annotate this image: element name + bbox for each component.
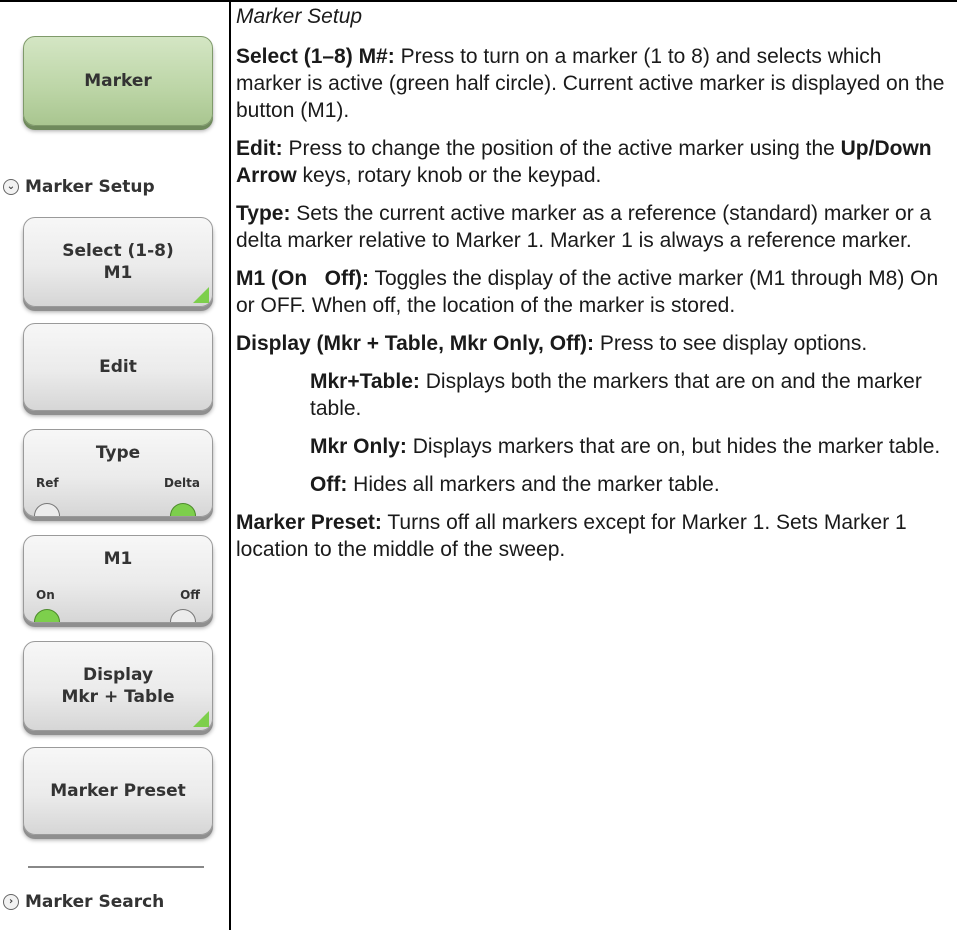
select-description: Select (1–8) M#: Press to turn on a mark… [236,43,951,124]
type-button-title: Type [95,443,141,463]
off-term: Off: [310,473,348,496]
submenu-corner-icon [193,711,209,727]
display-button-line2: Mkr + Table [61,687,175,707]
display-button-line1: Display [82,665,154,685]
marker-setup-header[interactable]: ⌄ Marker Setup [3,177,155,197]
column-divider [229,0,231,930]
submenu-corner-icon [193,287,209,303]
mkr-table-term: Mkr+Table: [310,370,420,393]
display-term: Display (Mkr + Table, Mkr Only, Off): [236,332,595,355]
marker-search-header-label: Marker Search [25,892,165,912]
type-text: Sets the current active marker as a refe… [236,202,932,252]
display-button[interactable]: Display Mkr + Table [23,641,213,731]
preset-description: Marker Preset: Turns off all markers exc… [236,509,951,563]
display-description: Display (Mkr + Table, Mkr Only, Off): Pr… [236,330,951,357]
marker-setup-header-label: Marker Setup [25,177,155,197]
menu-separator [28,866,204,868]
preset-term: Marker Preset: [236,511,382,534]
m1-description: M1 (On Off): Toggles the display of the … [236,265,951,319]
select-button-line1: Select (1-8) [62,241,174,261]
select-term: Select (1–8) M#: [236,45,395,68]
edit-term: Edit: [236,137,283,160]
marker-button[interactable]: Marker [23,36,213,126]
edit-text-b: keys, rotary knob or the keypad. [296,164,602,187]
type-ref-label: Ref [36,476,59,490]
marker-preset-label: Marker Preset [50,781,186,801]
mkr-only-text: Displays markers that are on, but hides … [406,435,941,458]
edit-button[interactable]: Edit [23,323,213,411]
section-title: Marker Setup [236,5,363,28]
mkr-only-description: Mkr Only: Displays markers that are on, … [236,433,951,460]
type-button[interactable]: Type Ref Delta [23,429,213,517]
m1-button-title: M1 [103,549,133,569]
type-description: Type: Sets the current active marker as … [236,200,951,254]
select-marker-button[interactable]: Select (1-8) M1 [23,217,213,307]
off-text: Hides all markers and the marker table. [347,473,720,496]
delta-indicator-icon [170,503,196,516]
marker-preset-button[interactable]: Marker Preset [23,747,213,835]
edit-text-a: Press to change the position of the acti… [282,137,841,160]
ref-indicator-icon [34,503,60,516]
description-column: Marker Setup Select (1–8) M#: Press to t… [236,0,951,563]
off-indicator-icon [170,609,196,622]
chevron-right-icon: › [3,894,19,910]
edit-description: Edit: Press to change the position of th… [236,135,951,189]
off-description: Off: Hides all markers and the marker ta… [236,471,951,498]
m1-off-label: Off [180,588,200,602]
marker-search-header[interactable]: › Marker Search [3,892,164,912]
type-term: Type: [236,202,291,225]
m1-onoff-button[interactable]: M1 On Off [23,535,213,623]
m1-on-label: On [36,588,55,602]
type-delta-label: Delta [163,476,200,490]
display-text: Press to see display options. [594,332,868,355]
chevron-down-icon: ⌄ [3,179,19,195]
mkr-table-description: Mkr+Table: Displays both the markers tha… [236,368,951,422]
mkr-only-term: Mkr Only: [310,435,407,458]
select-button-line2: M1 [103,263,133,283]
edit-button-label: Edit [99,357,137,377]
m1-term: M1 (On Off): [236,267,369,290]
on-indicator-icon [34,609,60,622]
marker-button-label: Marker [84,71,152,91]
